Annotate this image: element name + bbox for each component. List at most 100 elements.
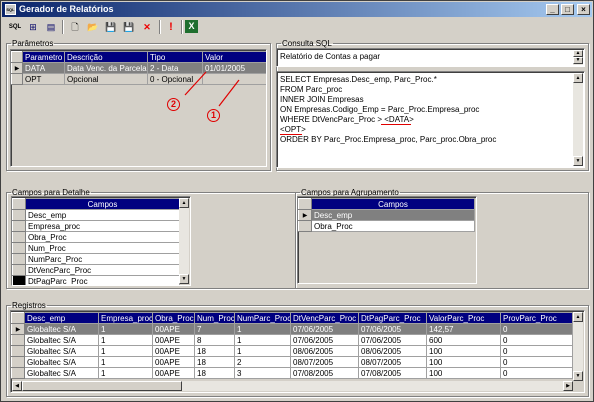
reg-col-prov[interactable]: ProvParc_Proc: [500, 312, 573, 324]
registro-cell[interactable]: 100: [426, 345, 501, 357]
param-cell[interactable]: OPT: [22, 73, 65, 85]
param-cell[interactable]: DATA: [22, 62, 65, 74]
list-item[interactable]: NumParc_Proc: [12, 253, 180, 265]
registro-cell[interactable]: 18: [194, 356, 235, 368]
registro-cell[interactable]: 00APE: [152, 367, 195, 379]
registro-cell[interactable]: 0: [500, 345, 573, 357]
registro-cell[interactable]: 1: [234, 334, 291, 346]
registro-cell[interactable]: 07/08/2005: [358, 367, 427, 379]
campo-cell[interactable]: Desc_emp: [25, 209, 180, 221]
registro-cell[interactable]: Globaltec S/A: [24, 345, 99, 357]
registro-cell[interactable]: Globaltec S/A: [24, 356, 99, 368]
registros-vscrollbar[interactable]: ▲ ▼: [573, 312, 583, 381]
registro-cell[interactable]: 1: [98, 345, 153, 357]
param-cell[interactable]: Data Venc. da Parcela: [64, 62, 148, 74]
table-row[interactable]: Globaltec S/A 1 00APE 18 3 07/08/2005 07/08/20…: [11, 367, 573, 379]
list-item[interactable]: DtPagParc_Proc: [12, 275, 180, 285]
registro-cell[interactable]: 00APE: [152, 356, 195, 368]
description-field[interactable]: Relatório de Contas a pagar ▲ ▼: [276, 48, 585, 67]
reg-col-dtpag[interactable]: DtPagParc_Proc: [358, 312, 427, 324]
registro-cell[interactable]: 07/06/2005: [290, 334, 359, 346]
reg-col-obra[interactable]: Obra_Proc: [152, 312, 195, 324]
registro-cell[interactable]: 00APE: [152, 334, 195, 346]
scroll-down-icon[interactable]: ▼: [573, 156, 583, 166]
campo-cell[interactable]: NumParc_Proc: [25, 253, 180, 265]
close-button[interactable]: ×: [577, 4, 590, 15]
list-item[interactable]: Obra_Proc: [298, 220, 475, 232]
list-item[interactable]: Empresa_proc: [12, 220, 180, 232]
registro-cell[interactable]: 1: [98, 367, 153, 379]
scroll-down-icon[interactable]: ▼: [179, 274, 189, 284]
scroll-down-icon[interactable]: ▼: [573, 57, 583, 64]
table-row[interactable]: ▶ Globaltec S/A 1 00APE 7 1 07/06/2005 07/06/20…: [11, 323, 573, 335]
campos-detalhe-grid[interactable]: Campos Desc_emp Empresa_proc Obra_Proc N…: [11, 196, 191, 286]
campo-cell[interactable]: Empresa_proc: [25, 220, 180, 232]
registro-cell[interactable]: 1: [98, 334, 153, 346]
campo-cell[interactable]: Desc_emp: [311, 209, 475, 221]
registro-cell[interactable]: 142,57: [426, 323, 501, 335]
param-cell[interactable]: Opcional: [64, 73, 148, 85]
list-item[interactable]: ▶ Desc_emp: [298, 209, 475, 221]
registro-cell[interactable]: Globaltec S/A: [24, 323, 99, 335]
campos-detalhe-scrollbar[interactable]: ▲ ▼: [179, 198, 189, 284]
registro-cell[interactable]: 1: [234, 323, 291, 335]
registro-cell[interactable]: 07/06/2005: [358, 323, 427, 335]
reg-col-numparc[interactable]: NumParc_Proc: [234, 312, 291, 324]
registro-cell[interactable]: 1: [98, 323, 153, 335]
campo-cell[interactable]: DtPagParc_Proc: [25, 275, 180, 285]
param-col-descricao[interactable]: Descrição: [64, 51, 148, 63]
campo-cell[interactable]: DtVencParc_Proc: [25, 264, 180, 276]
registro-cell[interactable]: 1: [234, 345, 291, 357]
campo-cell[interactable]: Obra_Proc: [311, 220, 475, 232]
reg-col-empresa[interactable]: Empresa_proc: [98, 312, 153, 324]
registro-cell[interactable]: 100: [426, 356, 501, 368]
campos-agrupamento-header[interactable]: Campos: [311, 198, 475, 210]
excel-icon[interactable]: X: [185, 20, 198, 33]
registro-cell[interactable]: 0: [500, 334, 573, 346]
registro-cell[interactable]: 08/06/2005: [358, 345, 427, 357]
scroll-right-icon[interactable]: ▶: [563, 381, 573, 391]
minimize-button[interactable]: _: [546, 4, 559, 15]
registro-cell[interactable]: 3: [234, 367, 291, 379]
scroll-left-icon[interactable]: ◀: [12, 381, 22, 391]
save-as-icon[interactable]: 💾: [121, 19, 137, 35]
registro-cell[interactable]: 0: [500, 323, 573, 335]
registro-cell[interactable]: 7: [194, 323, 235, 335]
scroll-up-icon[interactable]: ▲: [573, 73, 583, 83]
registro-cell[interactable]: 0: [500, 367, 573, 379]
registro-cell[interactable]: 07/06/2005: [358, 334, 427, 346]
param-col-valor[interactable]: Valor: [202, 51, 266, 63]
exclamation-icon[interactable]: !: [163, 19, 179, 35]
hscroll-thumb[interactable]: [22, 381, 182, 391]
registro-cell[interactable]: 00APE: [152, 323, 195, 335]
registro-cell[interactable]: 1: [98, 356, 153, 368]
scroll-up-icon[interactable]: ▲: [179, 198, 189, 208]
table-row[interactable]: Globaltec S/A 1 00APE 8 1 07/06/2005 07/06/200…: [11, 334, 573, 346]
registro-cell[interactable]: 08/07/2005: [290, 356, 359, 368]
param-col-tipo[interactable]: Tipo: [147, 51, 203, 63]
sql-scrollbar[interactable]: ▲ ▼: [573, 73, 583, 166]
save-icon[interactable]: 💾: [103, 19, 119, 35]
registro-cell[interactable]: 08/07/2005: [358, 356, 427, 368]
registros-hscrollbar[interactable]: ◀ ▶: [12, 381, 573, 391]
description-scrollbar[interactable]: ▲ ▼: [573, 50, 583, 65]
registro-cell[interactable]: 600: [426, 334, 501, 346]
open-icon[interactable]: 📂: [85, 19, 101, 35]
scroll-up-icon[interactable]: ▲: [573, 312, 583, 322]
registro-cell[interactable]: Globaltec S/A: [24, 334, 99, 346]
delete-icon[interactable]: ✕: [139, 19, 155, 35]
registro-cell[interactable]: 08/06/2005: [290, 345, 359, 357]
title-bar[interactable]: SQL Gerador de Relatórios _ □ ×: [2, 2, 592, 17]
registro-cell[interactable]: 18: [194, 367, 235, 379]
sql-icon[interactable]: SQL: [7, 19, 23, 35]
tree-icon[interactable]: ⊞: [25, 19, 41, 35]
table-row[interactable]: Globaltec S/A 1 00APE 18 2 08/07/2005 08/07/20…: [11, 356, 573, 368]
sql-editor[interactable]: SELECT Empresas.Desc_emp, Parc_Proc.* FR…: [276, 71, 585, 168]
list-item[interactable]: Num_Proc: [12, 242, 180, 254]
campos-agrupamento-grid[interactable]: Campos ▶ Desc_emp Obra_Proc: [297, 196, 477, 284]
reg-col-valor[interactable]: ValorParc_Proc: [426, 312, 501, 324]
new-icon[interactable]: 🗋: [67, 19, 83, 35]
table-row[interactable]: Globaltec S/A 1 00APE 18 1 08/06/2005 08/06/20…: [11, 345, 573, 357]
reg-col-dtvenc[interactable]: DtVencParc_Proc: [290, 312, 359, 324]
list-item[interactable]: DtVencParc_Proc: [12, 264, 180, 276]
